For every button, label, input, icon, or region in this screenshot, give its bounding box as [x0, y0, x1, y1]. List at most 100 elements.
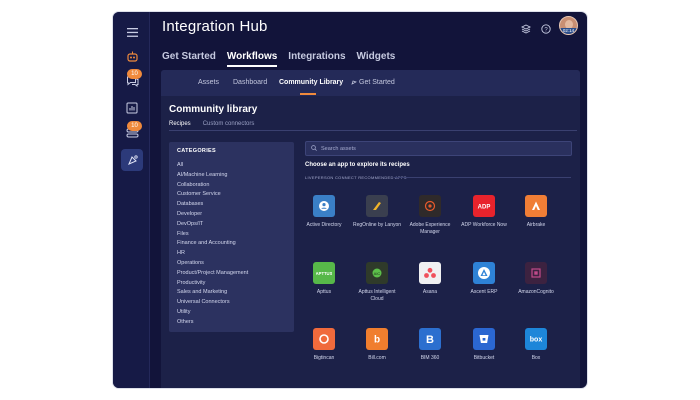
- subtab-get-started[interactable]: Get Started: [359, 79, 395, 86]
- asana-icon: [419, 262, 441, 284]
- sub-nav: Assets Dashboard Community Library Get S…: [161, 70, 580, 96]
- category-item[interactable]: Sales and Marketing: [177, 288, 286, 298]
- subtab-community-library[interactable]: Community Library: [279, 79, 343, 86]
- app-name: Asana: [422, 289, 438, 295]
- active-tab-indicator: [300, 93, 316, 95]
- search-placeholder: Search assets: [321, 145, 356, 152]
- app-name: Active Directory: [306, 222, 342, 228]
- app-name: Box: [531, 355, 541, 361]
- lanyon-icon: [366, 195, 388, 217]
- app-name: Airbrake: [526, 222, 546, 228]
- subtab-get-started-icon: [351, 79, 357, 86]
- app-name: Bigtincan: [313, 355, 335, 361]
- bot-icon[interactable]: [121, 46, 143, 68]
- category-item[interactable]: Productivity: [177, 279, 286, 289]
- category-item[interactable]: Finance and Accounting: [177, 239, 286, 249]
- category-item[interactable]: AI/Machine Learning: [177, 171, 286, 181]
- page-title: Community library: [169, 104, 258, 115]
- category-item[interactable]: Files: [177, 230, 286, 240]
- app-name: Bitbucket: [473, 355, 495, 361]
- app-name: BIM 360: [420, 355, 440, 361]
- app-card[interactable]: AmazonCognito: [511, 262, 561, 296]
- app-name: ADP Workforce Now: [461, 222, 507, 228]
- search-icon: [311, 145, 317, 151]
- app-name: Apttus Intelligent Cloud: [358, 289, 396, 302]
- category-item[interactable]: Others: [177, 318, 286, 328]
- airbrake-icon: [525, 195, 547, 217]
- app-name: AmazonCognito: [518, 289, 554, 295]
- layers-icon[interactable]: [520, 21, 532, 39]
- category-item[interactable]: Operations: [177, 259, 286, 269]
- category-item[interactable]: Developer: [177, 210, 286, 220]
- categories-header: CATEGORIES: [177, 148, 216, 154]
- app-card[interactable]: b Bill.com: [352, 328, 402, 362]
- menu-icon[interactable]: [121, 21, 143, 43]
- category-item[interactable]: Databases: [177, 200, 286, 210]
- avatar-time: 02:14: [560, 28, 577, 34]
- search-input[interactable]: Search assets: [305, 141, 572, 156]
- app-card[interactable]: Ascent ERP: [459, 262, 509, 296]
- app-card[interactable]: APTTUS Apttus: [299, 262, 349, 296]
- content-panel: Assets Dashboard Community Library Get S…: [161, 70, 580, 388]
- app-card[interactable]: Adobe Experience Manager: [405, 195, 455, 235]
- analytics-icon[interactable]: [121, 97, 143, 119]
- integration-hub-icon[interactable]: [121, 149, 143, 171]
- app-name: RegOnline by Lanyon: [352, 222, 402, 228]
- subtab-dashboard[interactable]: Dashboard: [233, 79, 267, 86]
- tab-widgets[interactable]: Widgets: [357, 51, 396, 67]
- avatar[interactable]: 02:14: [559, 16, 578, 35]
- app-card[interactable]: Bitbucket: [459, 328, 509, 362]
- svg-text:B: B: [426, 334, 434, 345]
- app-window: 10 10 Integration Hub ? 02:14 Get Starte…: [113, 12, 587, 388]
- bigtincan-icon: [313, 328, 335, 350]
- bitbucket-icon: [473, 328, 495, 350]
- categories-panel: CATEGORIES All AI/Machine Learning Colla…: [169, 142, 294, 332]
- adobe-icon: [419, 195, 441, 217]
- tabs-divider: [169, 130, 577, 131]
- svg-text:b: b: [374, 334, 380, 345]
- category-item[interactable]: Product/Project Management: [177, 269, 286, 279]
- svg-text:ADP: ADP: [478, 205, 491, 211]
- recommended-label: LIVEPERSON CONNECT RECOMMENDED APPS: [305, 175, 407, 180]
- subtab-assets[interactable]: Assets: [198, 79, 219, 86]
- app-card[interactable]: B BIM 360: [405, 328, 455, 362]
- svg-text:AIC: AIC: [374, 271, 381, 276]
- bim-icon: B: [419, 328, 441, 350]
- tab-get-started[interactable]: Get Started: [162, 51, 216, 67]
- app-card[interactable]: ADP ADP Workforce Now: [459, 195, 509, 229]
- svg-text:APTTUS: APTTUS: [316, 271, 332, 276]
- apttus-cloud-icon: AIC: [366, 262, 388, 284]
- category-item[interactable]: HR: [177, 249, 286, 259]
- app-card[interactable]: Asana: [405, 262, 455, 296]
- category-item[interactable]: Customer Service: [177, 190, 286, 200]
- app-name: Adobe Experience Manager: [409, 222, 451, 235]
- app-card[interactable]: box Box: [511, 328, 561, 362]
- help-icon[interactable]: ?: [541, 21, 551, 39]
- category-item[interactable]: DevOps/IT: [177, 220, 286, 230]
- main-nav: Get Started Workflows Integrations Widge…: [162, 51, 395, 67]
- app-name: Apttus: [316, 289, 332, 295]
- category-item[interactable]: Collaboration: [177, 181, 286, 191]
- recommended-divider: [394, 177, 571, 178]
- notification-badge: 10: [127, 121, 142, 131]
- app-title: Integration Hub: [162, 18, 268, 35]
- category-item[interactable]: All: [177, 161, 286, 171]
- tab-integrations[interactable]: Integrations: [288, 51, 345, 67]
- app-name: Ascent ERP: [470, 289, 498, 295]
- left-rail: 10 10: [113, 12, 150, 388]
- app-card[interactable]: Active Directory: [299, 195, 349, 229]
- panel-bottom: [161, 384, 580, 388]
- adp-icon: ADP: [473, 195, 495, 217]
- tab-workflows[interactable]: Workflows: [226, 51, 278, 67]
- app-card[interactable]: RegOnline by Lanyon: [352, 195, 402, 229]
- app-card[interactable]: AIC Apttus Intelligent Cloud: [352, 262, 402, 302]
- app-card[interactable]: Airbrake: [511, 195, 561, 229]
- category-item[interactable]: Utility: [177, 308, 286, 318]
- app-card[interactable]: Bigtincan: [299, 328, 349, 362]
- category-item[interactable]: Universal Connectors: [177, 298, 286, 308]
- app-name: Bill.com: [368, 355, 386, 361]
- cognito-icon: [525, 262, 547, 284]
- ascent-icon: [473, 262, 495, 284]
- box-icon: box: [525, 328, 547, 350]
- svg-text:box: box: [530, 337, 543, 344]
